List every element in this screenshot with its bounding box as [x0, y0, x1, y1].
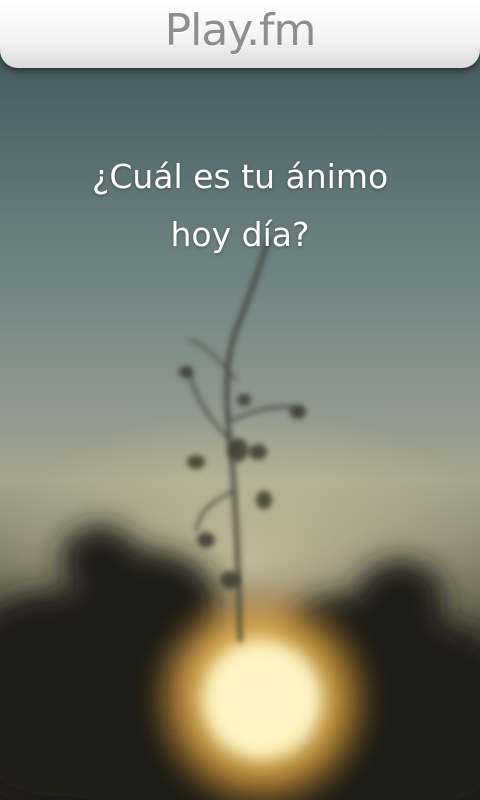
- app-title: Play.fm: [164, 5, 317, 56]
- title-bar: Play.fm: [0, 0, 480, 68]
- background-photo: [0, 237, 480, 800]
- mood-question-line-2: hoy día?: [170, 215, 310, 254]
- mood-question: ¿Cuál es tu ánimo hoy día?: [40, 148, 440, 264]
- mood-screen: Play.fm ¿Cuál es tu ánimo hoy día?: [0, 0, 480, 800]
- mood-question-line-1: ¿Cuál es tu ánimo: [91, 157, 389, 196]
